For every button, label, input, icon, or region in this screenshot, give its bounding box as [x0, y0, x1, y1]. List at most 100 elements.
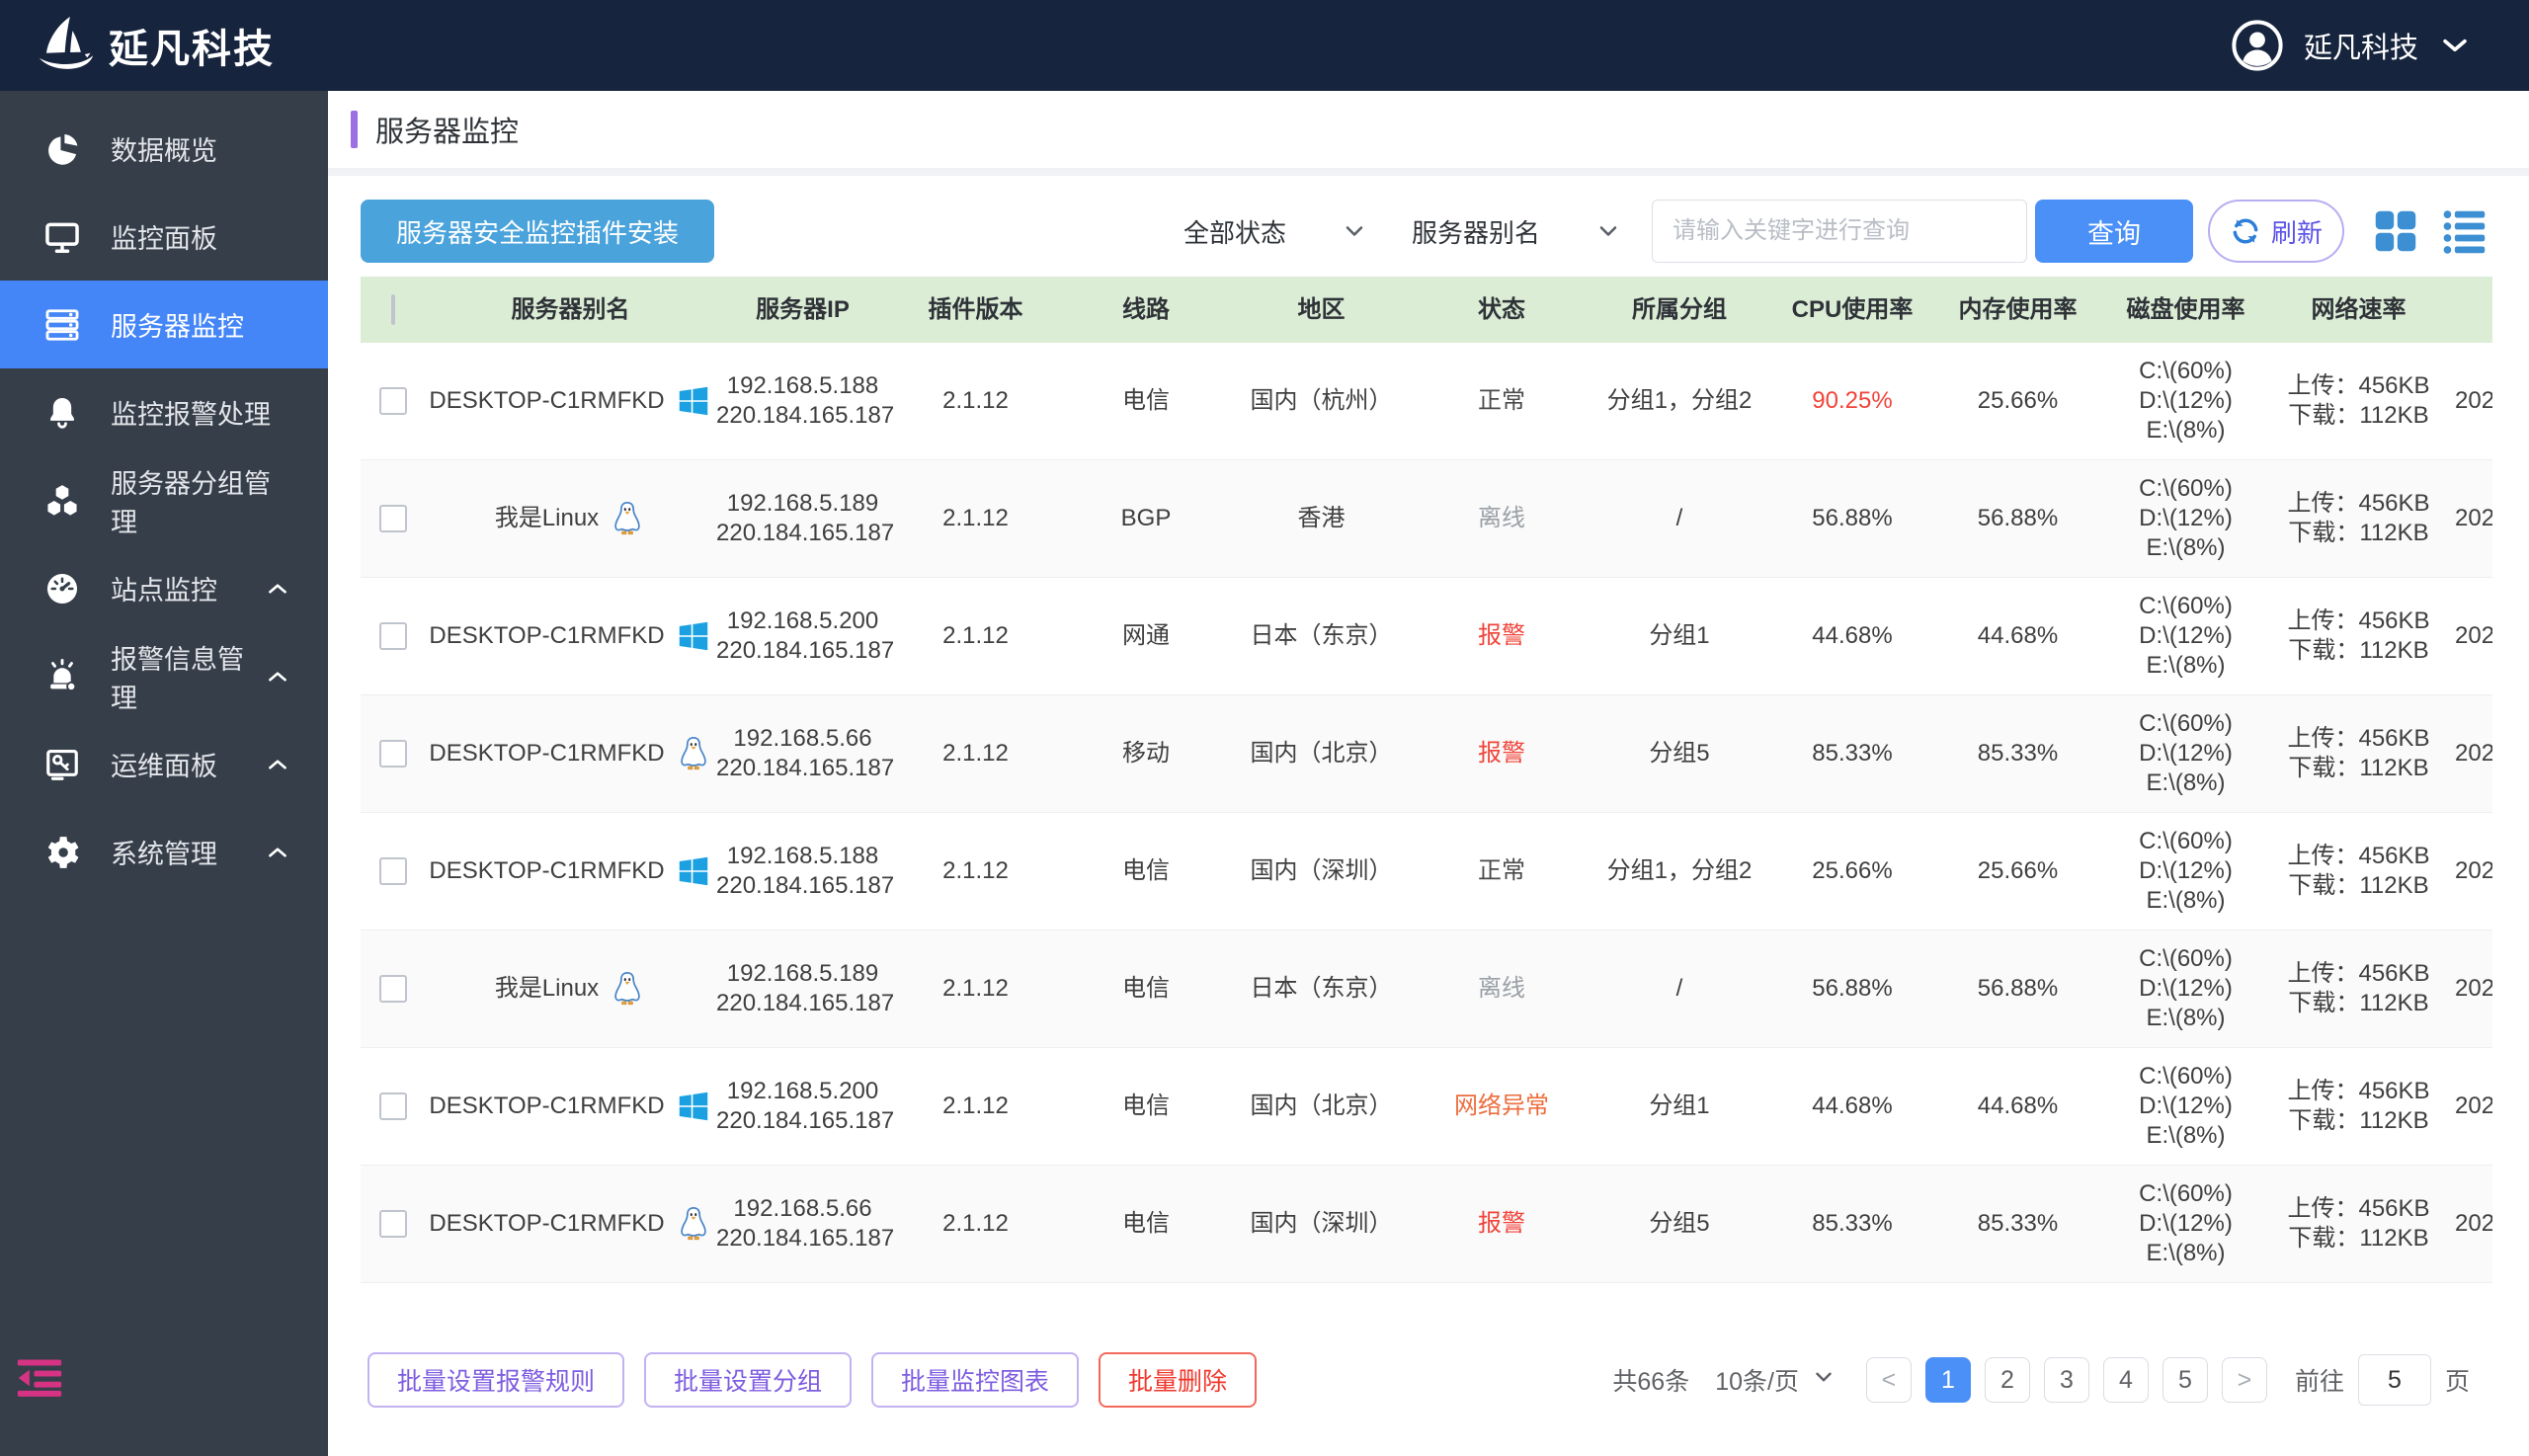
query-button[interactable]: 查询: [2035, 200, 2193, 263]
pagination-total: 共66条: [1612, 1368, 1690, 1396]
timestamp-truncated: 202: [2455, 387, 2492, 414]
ip-line: 220.184.165.187: [716, 402, 895, 429]
region: 日本（东京）: [1250, 622, 1393, 649]
page-button-4[interactable]: 4: [2102, 1357, 2149, 1403]
row-checkbox[interactable]: [378, 740, 407, 768]
sidebar-item-监控面板[interactable]: 监控面板: [0, 193, 328, 281]
sidebar-item-数据概览[interactable]: 数据概览: [0, 105, 328, 193]
field-filter-select[interactable]: 服务器别名: [1412, 213, 1622, 250]
disk-line: E:\(8%): [2146, 417, 2226, 444]
timestamp-truncated: 202: [2455, 1092, 2492, 1119]
table-row: DESKTOP-C1RMFKD 192.168.5.200 220.184.165.…: [361, 578, 2492, 695]
upload-rate: 上传：456KB: [2287, 960, 2430, 987]
gear-icon: [43, 834, 81, 871]
column-header: 线路: [1122, 295, 1170, 323]
batch-button-批量监控图表[interactable]: 批量监控图表: [871, 1352, 1080, 1408]
line-type: 电信: [1122, 1092, 1170, 1119]
timestamp-truncated: 202: [2455, 740, 2492, 767]
column-header: 服务器别名: [511, 295, 630, 323]
upload-rate: 上传：456KB: [2287, 607, 2430, 634]
server-name-label: 我是Linux: [494, 505, 600, 531]
page-size-select[interactable]: 10条/页: [1715, 1362, 1836, 1398]
cpu-usage: 56.88%: [1812, 975, 1893, 1002]
user-menu[interactable]: 延凡科技: [2231, 19, 2472, 72]
page-button-3[interactable]: 3: [2043, 1357, 2089, 1403]
download-rate: 下载：112KB: [2288, 990, 2429, 1016]
ip-line: 220.184.165.187: [716, 1225, 895, 1252]
table-row: DESKTOP-C1RMFKD 192.168.5.66 220.184.165.1…: [361, 695, 2492, 813]
main-content: 服务器监控 服务器安全监控插件安装 全部状态 服务器别名 查询: [328, 91, 2529, 1456]
disk-line: C:\(60%): [2139, 710, 2233, 737]
page-size-value: 10条/页: [1715, 1368, 1799, 1396]
sidebar-item-服务器监控[interactable]: 服务器监控: [0, 281, 328, 368]
batch-button-批量设置分组[interactable]: 批量设置分组: [644, 1352, 853, 1408]
status-filter-select[interactable]: 全部状态: [1183, 213, 1368, 250]
network-rate: 上传：456KB 下载：112KB: [2272, 371, 2445, 431]
server-groups: 分组1: [1649, 1092, 1710, 1119]
server-name-label: DESKTOP-C1RMFKD: [429, 1210, 665, 1237]
pagination: 共66条 10条/页 <12345 > 前往 页: [1612, 1354, 2470, 1406]
network-rate: 上传：456KB 下载：112KB: [2272, 1077, 2445, 1136]
cpu-usage: 25.66%: [1812, 857, 1893, 884]
table-row: 我是Linux 192.168.5.189 220.184.165.187 2.1.1…: [361, 460, 2492, 578]
install-plugin-button[interactable]: 服务器安全监控插件安装: [361, 200, 715, 263]
server-groups: 分组5: [1649, 1210, 1710, 1237]
plugin-version: 2.1.12: [942, 1210, 1009, 1237]
avatar-icon: [2232, 20, 2283, 71]
column-header: 地区: [1297, 295, 1346, 323]
disk-line: D:\(12%): [2139, 857, 2233, 884]
disk-line: E:\(8%): [2146, 534, 2226, 561]
siren-icon: [43, 658, 81, 695]
row-checkbox[interactable]: [378, 857, 407, 885]
server-name-label: DESKTOP-C1RMFKD: [429, 740, 665, 767]
page-button-5[interactable]: 5: [2162, 1357, 2208, 1403]
server-ip: 192.168.5.200 220.184.165.187: [716, 607, 894, 666]
sidebar-item-系统管理[interactable]: 系统管理: [0, 808, 328, 896]
row-checkbox[interactable]: [378, 1210, 407, 1238]
chevron-down-icon: [1811, 1364, 1836, 1397]
disk-line: C:\(60%): [2139, 945, 2233, 972]
row-checkbox[interactable]: [378, 1092, 407, 1120]
grid-view-icon[interactable]: [2368, 203, 2423, 259]
sidebar-item-报警信息管理[interactable]: 报警信息管理: [0, 632, 328, 720]
collapse-sidebar-icon[interactable]: [16, 1357, 63, 1399]
batch-button-批量设置报警规则[interactable]: 批量设置报警规则: [367, 1352, 625, 1408]
disk-usage: C:\(60%) D:\(12%) E:\(8%): [2099, 1179, 2272, 1268]
sidebar-item-label: 站点监控: [111, 576, 217, 606]
sidebar-item-运维面板[interactable]: 运维面板: [0, 720, 328, 808]
line-type: 电信: [1122, 387, 1170, 414]
list-view-icon[interactable]: [2437, 203, 2492, 259]
gauge-icon: [43, 570, 81, 607]
row-checkbox[interactable]: [378, 975, 407, 1003]
page-button-1[interactable]: 1: [1924, 1357, 1971, 1403]
page-button-2[interactable]: 2: [1984, 1357, 2030, 1403]
next-page-button[interactable]: >: [2221, 1357, 2267, 1403]
select-all-checkbox[interactable]: [390, 293, 395, 325]
plugin-version: 2.1.12: [942, 622, 1009, 649]
server-name: DESKTOP-C1RMFKD: [425, 735, 716, 772]
table-row: DESKTOP-C1RMFKD 192.168.5.188 220.184.165.…: [361, 813, 2492, 930]
row-checkbox[interactable]: [378, 505, 407, 532]
goto-page-input[interactable]: [2357, 1354, 2431, 1406]
sidebar-item-监控报警处理[interactable]: 监控报警处理: [0, 368, 328, 456]
prev-page-button[interactable]: <: [1865, 1357, 1912, 1403]
column-header: 插件版本: [928, 295, 1023, 323]
server-name: 我是Linux: [425, 500, 716, 537]
batch-button-批量删除[interactable]: 批量删除: [1099, 1352, 1258, 1408]
chevron-down-icon: [1599, 226, 1617, 236]
sidebar-item-站点监控[interactable]: 站点监控: [0, 544, 328, 632]
line-type: 移动: [1122, 740, 1170, 767]
server-name: DESKTOP-C1RMFKD: [425, 617, 716, 655]
timestamp-truncated: 202: [2455, 505, 2492, 531]
network-rate: 上传：456KB 下载：112KB: [2272, 842, 2445, 901]
row-checkbox[interactable]: [378, 387, 407, 415]
search-input[interactable]: [1652, 200, 2027, 263]
table-row: 我是Linux 192.168.5.189 220.184.165.187 2.1.1…: [361, 930, 2492, 1048]
timestamp-truncated: 202: [2455, 857, 2492, 884]
sidebar-item-服务器分组管理[interactable]: 服务器分组管理: [0, 456, 328, 544]
sidebar-item-label: 监控面板: [111, 224, 217, 254]
refresh-button[interactable]: 刷新: [2208, 200, 2344, 263]
server-ip: 192.168.5.66 220.184.165.187: [716, 1194, 895, 1254]
row-checkbox[interactable]: [378, 622, 407, 650]
region: 香港: [1297, 505, 1346, 531]
